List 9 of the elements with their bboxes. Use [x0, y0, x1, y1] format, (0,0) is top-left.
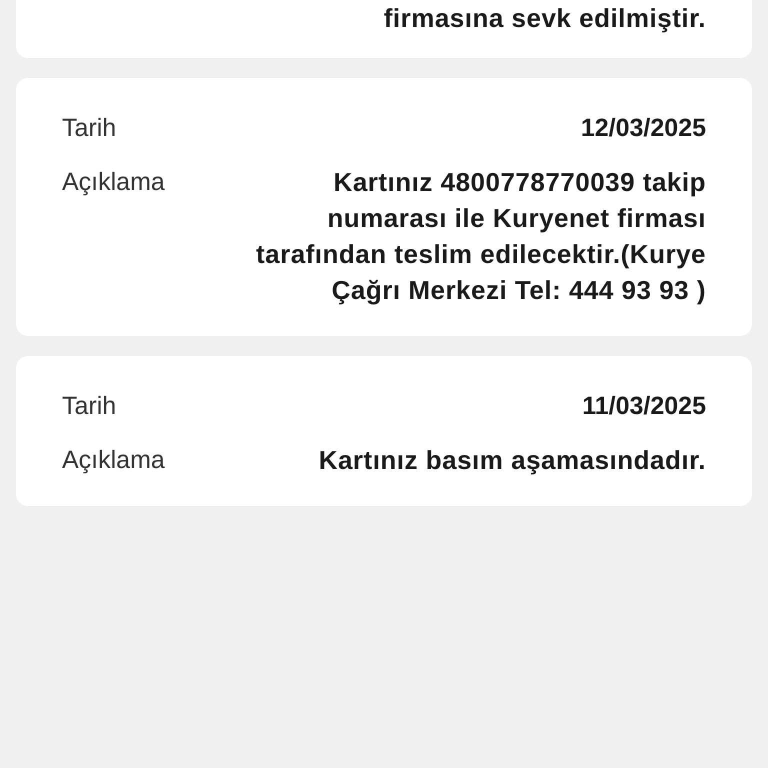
description-label: Açıklama [62, 167, 165, 198]
date-value: 11/03/2025 [582, 391, 706, 422]
description-value: Kartınız basım aşamasındadır. [318, 444, 706, 477]
description-value: Kartınız 4800778770039 takip numarası ile Kuryenet firması tarafından teslim edilecektir.(Kurye Çağrı Merkezi Tel: 444 93 93 ) [254, 166, 706, 307]
date-label: Tarih [62, 113, 116, 144]
description-label: Açıklama [62, 445, 165, 476]
date-value: 12/03/2025 [580, 113, 706, 144]
description-value: firmasına sevk edilmiştir. [384, 2, 706, 35]
date-label: Tarih [62, 391, 116, 422]
